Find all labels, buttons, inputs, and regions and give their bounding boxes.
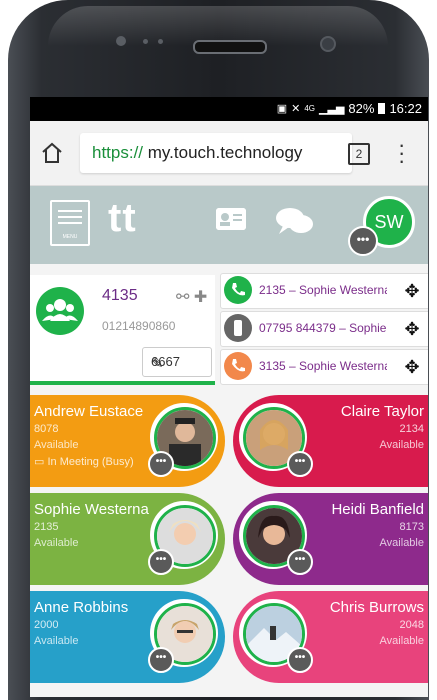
mute-icon: ✕ bbox=[291, 103, 301, 115]
phone-icon bbox=[224, 352, 252, 380]
contact-status: Available bbox=[379, 537, 424, 549]
contact-status: Available bbox=[34, 439, 79, 451]
contact-more-button[interactable]: ••• bbox=[148, 647, 174, 673]
url-bar[interactable]: https:// my.touch.technology bbox=[80, 133, 352, 173]
contact-more-button[interactable]: ••• bbox=[148, 451, 174, 477]
call-text: 07795 844379 – Sophie Westerna bbox=[259, 321, 387, 335]
url-scheme: https:// bbox=[92, 143, 144, 162]
contact-more-button[interactable]: ••• bbox=[287, 647, 313, 673]
contact-name: Anne Robbins bbox=[34, 599, 129, 616]
battery-icon bbox=[378, 103, 386, 114]
sensor-dot bbox=[116, 36, 126, 46]
sensor-dot bbox=[158, 39, 163, 44]
browser-toolbar: https:// my.touch.technology 2 · · · bbox=[30, 121, 428, 186]
menu-line bbox=[58, 216, 82, 218]
status-bar: ▣ ✕ 4G ▁▃▅ 82% 16:22 bbox=[30, 97, 428, 121]
call-list: 2135 – Sophie Westerna ✥ 07795 844379 – … bbox=[220, 273, 428, 385]
contact-card[interactable]: ••• Chris Burrows 2048 Available bbox=[233, 591, 428, 683]
contact-name: Andrew Eustace bbox=[34, 403, 144, 420]
home-icon[interactable] bbox=[40, 141, 64, 165]
contact-more-button[interactable]: ••• bbox=[287, 451, 313, 477]
battery-percent: 82% bbox=[348, 101, 375, 116]
contact-card[interactable]: Sophie Westerna 2135 Available ••• bbox=[30, 493, 225, 585]
group-icon bbox=[36, 287, 84, 335]
contact-name: Chris Burrows bbox=[329, 599, 424, 616]
menu-line bbox=[58, 210, 82, 212]
edit-pencil-icon[interactable]: ✎ bbox=[151, 354, 205, 372]
contact-card[interactable]: Anne Robbins 2000 Available ••• bbox=[30, 591, 225, 683]
my-extension-number: 4135 bbox=[102, 287, 138, 304]
contact-status: Available bbox=[379, 439, 424, 451]
notification-icon: ▣ bbox=[276, 103, 288, 115]
contact-more-button[interactable]: ••• bbox=[287, 549, 313, 575]
contact-status: Available bbox=[34, 537, 79, 549]
chat-icon[interactable] bbox=[275, 206, 315, 238]
browser-menu-icon[interactable]: · · · bbox=[398, 134, 405, 172]
front-camera bbox=[320, 36, 336, 52]
contact-card-icon[interactable] bbox=[216, 208, 246, 230]
tabs-button[interactable]: 2 bbox=[348, 143, 370, 165]
clock: 16:22 bbox=[389, 101, 422, 116]
move-icon[interactable]: ✥ bbox=[395, 312, 428, 346]
call-text: 2135 – Sophie Westerna bbox=[259, 283, 387, 297]
network-label: 4G bbox=[304, 104, 316, 113]
link-add-icon[interactable]: ⚯ ✚ bbox=[176, 287, 207, 307]
user-more-button[interactable]: ••• bbox=[348, 226, 378, 256]
contact-name: Heidi Banfield bbox=[331, 501, 424, 518]
phone-screen: ▣ ✕ 4G ▁▃▅ 82% 16:22 https:// my.touch.t… bbox=[30, 97, 428, 697]
app-header: MENU tt SW ••• bbox=[30, 186, 428, 264]
contact-extension: 8173 bbox=[399, 521, 424, 533]
earpiece-speaker bbox=[193, 40, 267, 54]
pin-field[interactable]: 6667 ✎ bbox=[142, 347, 212, 377]
contact-name: Sophie Westerna bbox=[34, 501, 149, 518]
contact-card[interactable]: ••• Claire Taylor 2134 Available bbox=[233, 395, 428, 487]
app-logo: tt bbox=[108, 196, 137, 240]
contact-name: Claire Taylor bbox=[340, 403, 424, 420]
menu-line bbox=[58, 222, 82, 224]
meeting-status: In Meeting (Busy) bbox=[47, 456, 134, 468]
url-host: my.touch.technology bbox=[147, 143, 303, 162]
contact-status: Available bbox=[34, 635, 79, 647]
calendar-icon: ▭ bbox=[34, 456, 45, 468]
contact-more-button[interactable]: ••• bbox=[148, 549, 174, 575]
move-icon[interactable]: ✥ bbox=[395, 274, 428, 308]
contact-extension: 2000 bbox=[34, 619, 59, 631]
contact-extension: 8078 bbox=[34, 423, 59, 435]
mobile-icon bbox=[224, 314, 252, 342]
my-phone-number: 01214890860 bbox=[102, 319, 176, 333]
call-item[interactable]: 3135 – Sophie Westerna ✥ bbox=[220, 349, 428, 385]
contact-extension: 2134 bbox=[399, 423, 424, 435]
call-item[interactable]: 07795 844379 – Sophie Westerna ✥ bbox=[220, 311, 428, 347]
signal-icon: ▁▃▅ bbox=[319, 103, 345, 115]
contact-status: Available bbox=[379, 635, 424, 647]
contact-meeting: ▭ In Meeting (Busy) bbox=[34, 455, 134, 468]
menu-button[interactable]: MENU bbox=[50, 200, 90, 246]
contact-extension: 2135 bbox=[34, 521, 59, 533]
menu-label: MENU bbox=[62, 234, 78, 240]
contact-card[interactable]: Andrew Eustace 8078 Available ▭ In Meeti… bbox=[30, 395, 225, 487]
move-icon[interactable]: ✥ bbox=[395, 350, 428, 384]
call-item[interactable]: 2135 – Sophie Westerna ✥ bbox=[220, 273, 428, 309]
contact-card[interactable]: ••• Heidi Banfield 8173 Available bbox=[233, 493, 428, 585]
my-extension-card: 4135 ⚯ ✚ 01214890860 6667 ✎ bbox=[30, 275, 215, 385]
contact-extension: 2048 bbox=[399, 619, 424, 631]
sensor-dot bbox=[143, 39, 148, 44]
call-text: 3135 – Sophie Westerna bbox=[259, 359, 387, 373]
phone-icon bbox=[224, 276, 252, 304]
